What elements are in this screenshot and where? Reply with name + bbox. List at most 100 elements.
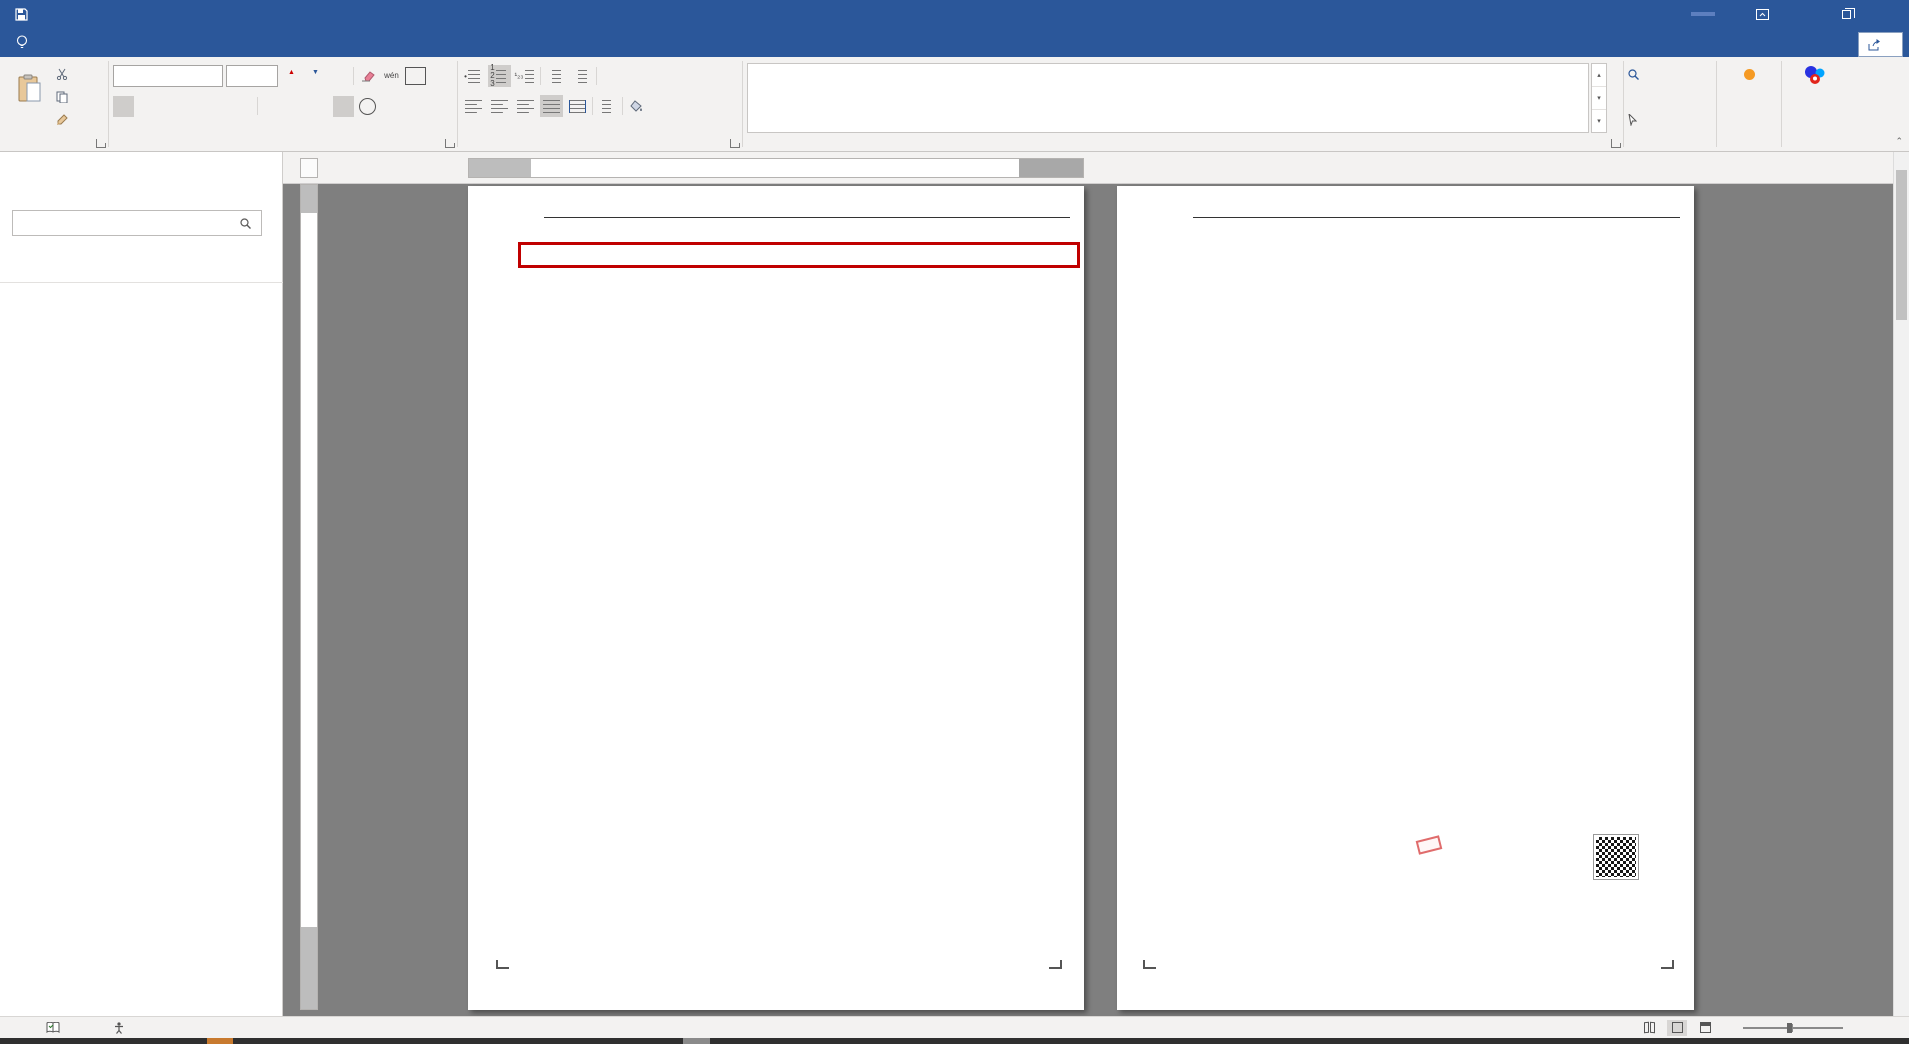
shading-button[interactable] (626, 95, 649, 117)
tab-stop-selector[interactable] (300, 158, 318, 178)
clipboard-dialog-launcher[interactable] (96, 139, 105, 148)
strikethrough-button[interactable] (185, 96, 206, 117)
text-effects-button[interactable] (261, 96, 282, 117)
show-marks-button[interactable] (652, 65, 675, 87)
close-button[interactable] (1867, 0, 1909, 28)
proofing-icon[interactable] (46, 1022, 60, 1033)
change-case-button[interactable] (329, 66, 350, 87)
undo-icon[interactable] (36, 2, 62, 26)
styles-gallery-scroll[interactable]: ▴ ▾ ▾ (1591, 63, 1607, 133)
character-shading-button[interactable] (333, 95, 354, 117)
ribbon-tab-row (0, 28, 1909, 57)
page-header (1117, 198, 1694, 244)
save-icon[interactable] (8, 2, 34, 26)
multilevel-list-button[interactable]: ¹₂₃ (514, 65, 537, 87)
find-button[interactable] (1628, 64, 1651, 84)
share-icon (1868, 38, 1880, 50)
line-spacing-button[interactable] (596, 95, 619, 117)
restore-icon (1841, 7, 1855, 19)
subscript-button[interactable] (209, 96, 230, 117)
vertical-ruler[interactable] (300, 184, 318, 1010)
cursor-icon (1628, 114, 1637, 126)
cut-button[interactable] (56, 64, 72, 84)
align-right-button[interactable] (514, 95, 537, 117)
align-left-button[interactable] (462, 95, 485, 117)
horizontal-ruler[interactable] (468, 158, 1084, 178)
web-layout-button[interactable] (1695, 1020, 1715, 1036)
document-page-373[interactable] (1117, 186, 1694, 1010)
group-addins (1717, 57, 1781, 151)
italic-button[interactable] (137, 96, 158, 117)
clear-formatting-button[interactable] (357, 66, 378, 87)
group-clipboard (0, 57, 108, 151)
quick-access-toolbar (0, 2, 118, 26)
replace-button[interactable] (1628, 87, 1651, 107)
sort-button[interactable] (626, 65, 649, 87)
save-to-netdisk-button[interactable] (1786, 61, 1844, 133)
distribute-button[interactable] (566, 95, 589, 117)
read-mode-button[interactable] (1639, 1020, 1659, 1036)
font-size-combo[interactable] (226, 65, 278, 87)
collapse-ribbon-icon[interactable]: ⌃ (1895, 136, 1903, 147)
enclose-characters-button[interactable] (357, 96, 378, 117)
text-highlight-button[interactable] (285, 96, 306, 117)
addins-button[interactable] (1721, 61, 1777, 133)
document-search-box[interactable] (12, 210, 262, 236)
font-dialog-launcher[interactable] (445, 139, 454, 148)
underline-button[interactable] (161, 96, 182, 117)
numbering-button[interactable]: 123 (488, 64, 511, 88)
customize-qat-icon[interactable] (92, 2, 118, 26)
bullets-button[interactable]: • (462, 65, 485, 87)
document-page-372[interactable] (468, 186, 1084, 1010)
restore-button[interactable] (1825, 0, 1867, 28)
tell-me-search[interactable] (0, 28, 34, 57)
clipboard-icon (18, 74, 41, 101)
copy-button[interactable] (56, 87, 72, 107)
jingshen-logo (482, 200, 540, 201)
share-button[interactable] (1858, 32, 1903, 57)
font-color-button[interactable] (309, 96, 330, 117)
search-icon[interactable] (240, 217, 261, 229)
superscript-button[interactable] (233, 96, 254, 117)
group-paragraph: • 123 ¹₂₃ (458, 57, 742, 151)
group-styles: ▴ ▾ ▾ (743, 57, 1623, 151)
scroll-up-icon[interactable] (1894, 152, 1909, 167)
scrollbar-thumb[interactable] (1896, 170, 1907, 320)
document-area (283, 152, 1909, 1016)
vertical-scrollbar[interactable] (1893, 152, 1909, 1016)
print-layout-button[interactable] (1667, 1019, 1687, 1036)
shrink-font-button[interactable]: ▼ (305, 66, 326, 87)
red-highlight-box (518, 242, 1080, 268)
minimize-button[interactable] (1783, 0, 1825, 28)
text-boundary-mark (1143, 960, 1156, 969)
select-button[interactable] (1628, 110, 1651, 130)
group-editing (1624, 57, 1716, 151)
character-border-button[interactable] (405, 67, 426, 85)
lightbulb-icon (16, 35, 28, 49)
zoom-slider-thumb[interactable] (1787, 1022, 1792, 1033)
accessibility-indicator[interactable] (114, 1021, 129, 1034)
align-center-button[interactable] (488, 95, 511, 117)
search-input[interactable] (13, 216, 240, 230)
ribbon-display-options-icon[interactable] (1741, 0, 1783, 28)
status-bar (0, 1016, 1909, 1038)
taskbar-edge (0, 1038, 1909, 1044)
phonetic-guide-button[interactable]: wén (381, 66, 402, 87)
grow-font-button[interactable]: ▲ (281, 66, 302, 87)
paste-button[interactable] (4, 61, 56, 133)
bold-button[interactable] (113, 95, 134, 117)
zoom-slider[interactable] (1743, 1022, 1843, 1033)
increase-indent-button[interactable] (570, 65, 593, 87)
cut-icon (56, 68, 68, 80)
format-painter-button[interactable] (56, 110, 72, 130)
asian-layout-button[interactable] (600, 65, 623, 87)
decrease-indent-button[interactable] (544, 65, 567, 87)
redo-icon[interactable] (64, 2, 90, 26)
font-name-combo[interactable] (113, 65, 223, 87)
styles-dialog-launcher[interactable] (1611, 139, 1620, 148)
justify-button[interactable] (540, 95, 563, 117)
scroll-down-icon[interactable] (1894, 1001, 1909, 1016)
borders-button[interactable] (652, 95, 675, 117)
sign-in-button[interactable] (1691, 12, 1715, 16)
paragraph-dialog-launcher[interactable] (730, 139, 739, 148)
